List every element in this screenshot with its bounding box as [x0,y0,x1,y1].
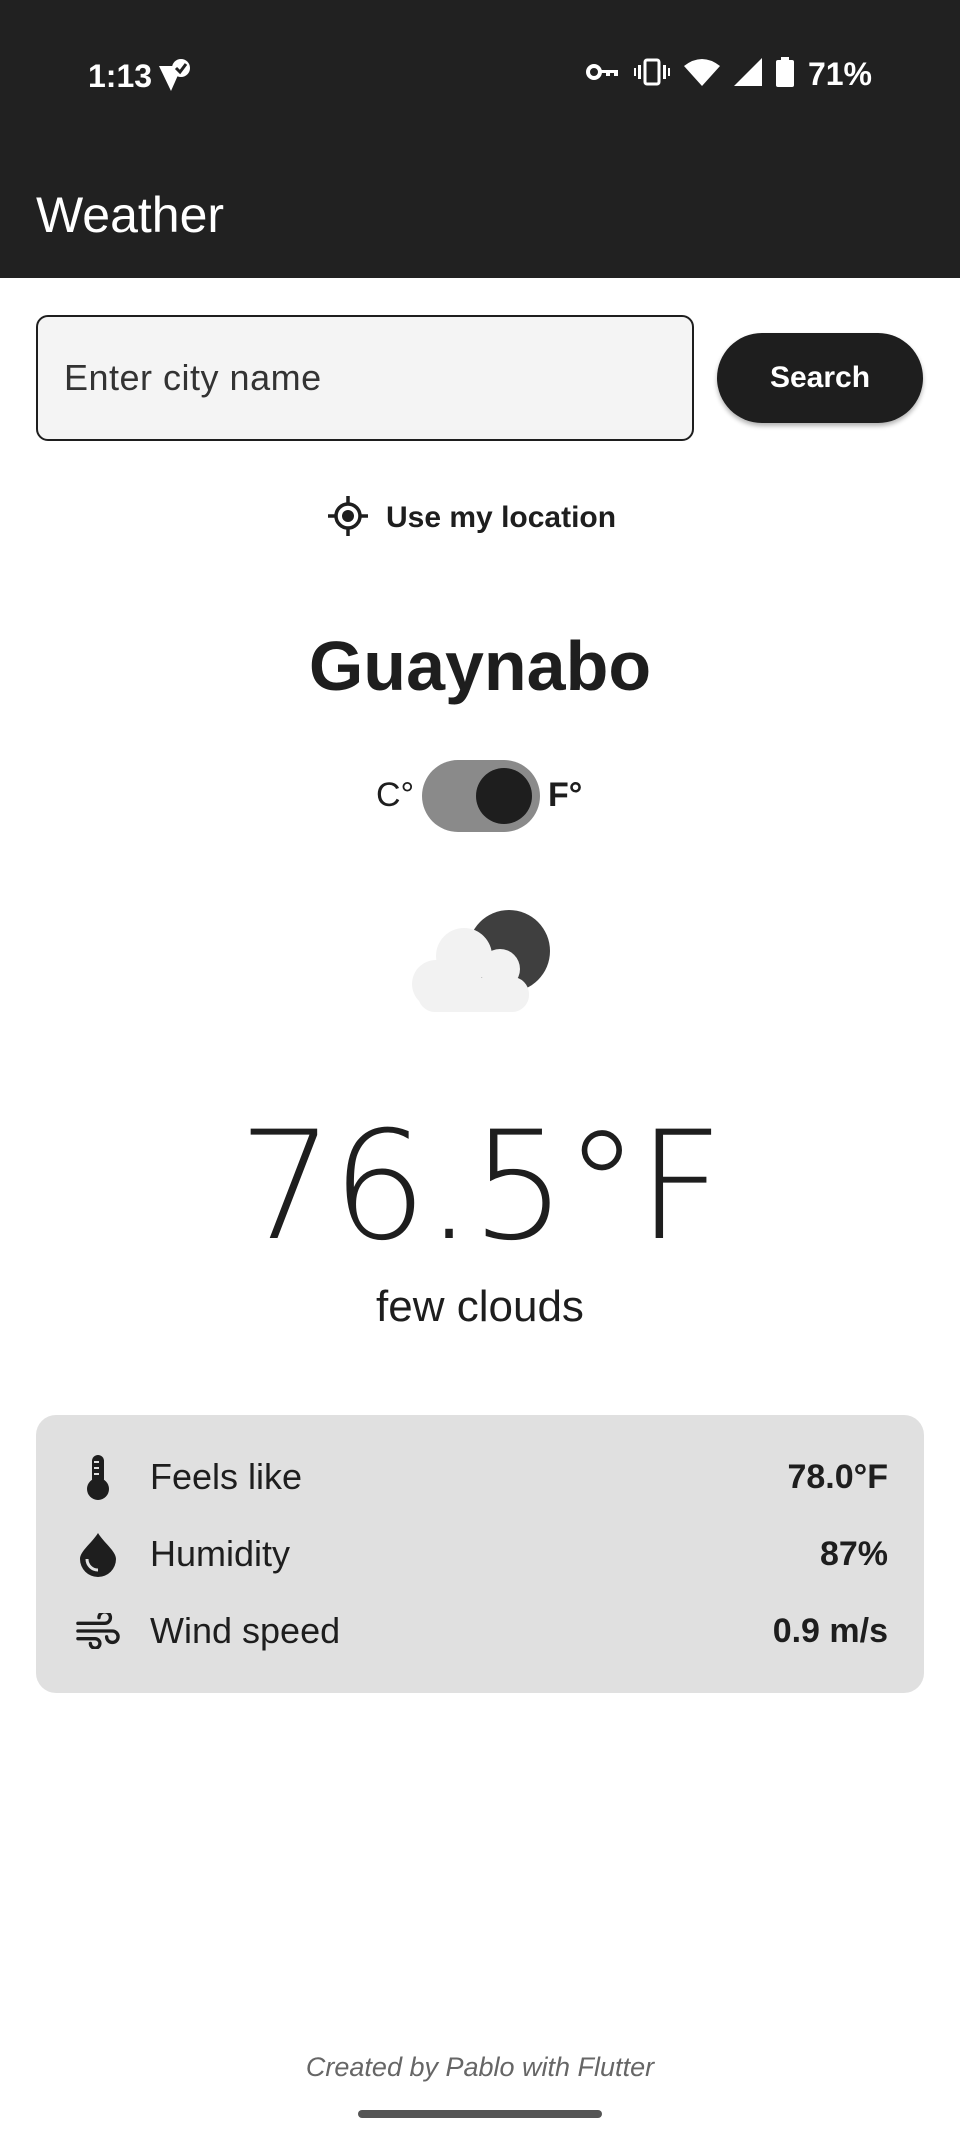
detail-value: 78.0°F [787,1457,888,1496]
home-indicator[interactable] [358,2110,602,2118]
detail-label: Wind speed [150,1610,341,1651]
city-name: Guaynabo [308,627,652,705]
detail-row-wind-speed: Wind speed 0.9 m/s [76,1601,888,1661]
weather-description: few clouds [376,1282,584,1331]
top-app-area: 1:13 71% Weather [0,0,960,278]
weather-details-card: Feels like 78.0°F Humidity 87% Wind spee… [36,1415,924,1693]
status-time: 1:13 [88,58,153,94]
vibrate-icon [633,57,670,92]
detail-row-feels-like: Feels like 78.0°F [76,1447,888,1507]
detail-value: 0.9 m/s [772,1611,888,1650]
use-my-location-label: Use my location [386,501,617,534]
battery-percent: 71% [807,56,872,92]
vpn-key-icon [585,61,620,88]
detail-value: 87% [819,1534,888,1573]
thermometer-icon [76,1455,120,1500]
temperature-display: 76.5°F [238,1100,723,1274]
battery-icon [775,57,794,92]
fahrenheit-label: F° [548,776,583,814]
status-icons: 71% [585,56,872,93]
notification-check-icon [156,58,192,99]
wifi-icon [683,58,720,91]
footer-credit: Created by Pablo with Flutter [305,2052,655,2082]
use-my-location-button[interactable]: Use my location [328,495,617,541]
city-search-input[interactable] [36,315,694,441]
detail-label: Humidity [150,1533,291,1574]
detail-row-humidity: Humidity 87% [76,1524,888,1584]
celsius-label: C° [376,776,415,814]
wind-icon [76,1609,120,1653]
toggle-knob [476,768,532,824]
app-title: Weather [36,187,225,243]
cell-signal-icon [733,58,762,91]
detail-label: Feels like [150,1456,303,1497]
unit-toggle-switch[interactable] [422,760,540,832]
search-button[interactable]: Search [717,333,923,423]
few-clouds-night-icon [402,908,558,1023]
my-location-icon [328,495,368,541]
water-drop-icon [76,1532,120,1577]
